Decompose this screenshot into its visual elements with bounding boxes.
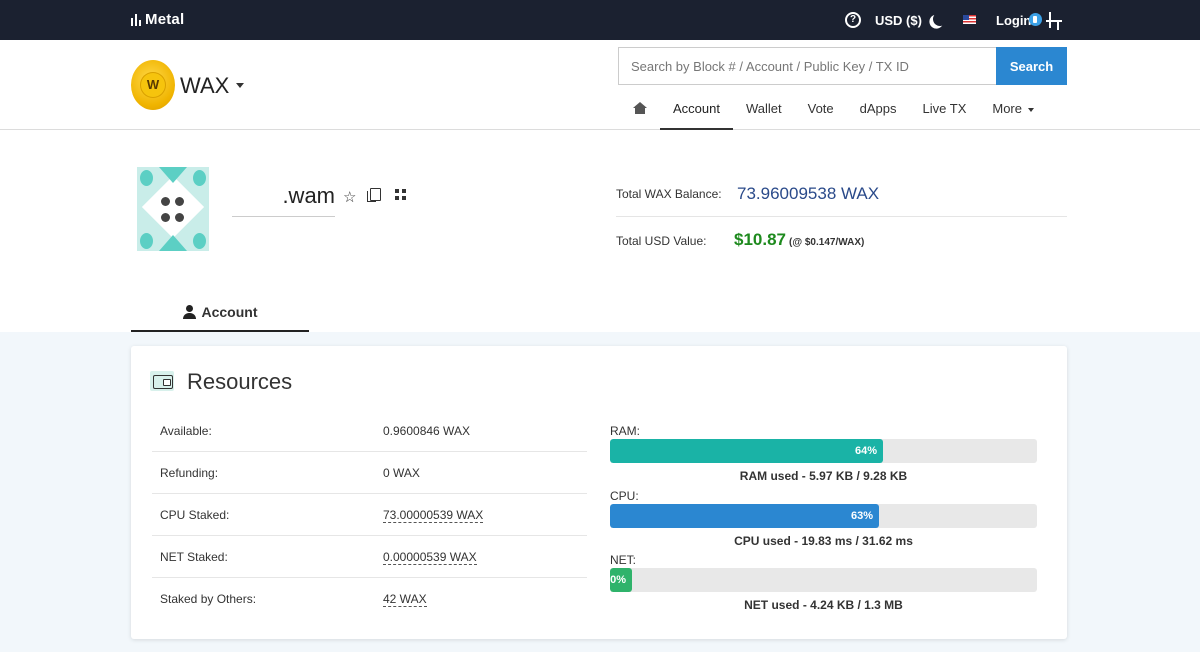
nav-more[interactable]: More — [979, 94, 1047, 130]
resource-label: CPU Staked: — [160, 508, 230, 522]
meter-fill: 63% — [610, 504, 879, 528]
avatar-tri — [159, 235, 187, 251]
resource-row-net-staked: NET Staked: 0.00000539 WAX — [152, 536, 587, 578]
header: W WAX Search Account Wallet Vote dApps L… — [0, 40, 1200, 130]
resource-row-refunding: Refunding: 0 WAX — [152, 452, 587, 494]
tab-account[interactable]: Account — [131, 296, 309, 332]
top-bar: Metal ? USD ($) Login — [0, 0, 1200, 40]
wax-logo-icon[interactable]: W — [131, 60, 175, 110]
avatar-drop — [193, 170, 206, 186]
main-nav: Account Wallet Vote dApps Live TX More — [620, 94, 1047, 130]
avatar-drop — [140, 233, 153, 249]
total-usd-value: $10.87 (@ $0.147/WAX) — [734, 230, 864, 250]
copy-icon[interactable] — [367, 188, 381, 202]
chevron-down-icon[interactable] — [236, 83, 244, 88]
meter-track: 0% — [610, 568, 1037, 592]
resource-value-link[interactable]: 73.00000539 WAX — [383, 508, 484, 523]
meter-label: CPU: — [610, 489, 639, 503]
resources-title: Resources — [187, 369, 293, 394]
avatar-dot — [175, 213, 184, 222]
account-avatar — [137, 167, 209, 251]
resource-row-available: Available: 0.9600846 WAX — [152, 410, 587, 452]
meter-track: 64% — [610, 439, 1037, 463]
total-balance-label: Total WAX Balance: — [616, 187, 722, 201]
avatar-dot — [175, 197, 184, 206]
avatar-dot — [161, 213, 170, 222]
account-profile: .wam ☆ Total WAX Balance: 73.96009538 WA… — [0, 130, 1200, 332]
nav-account[interactable]: Account — [660, 94, 733, 130]
total-usd-label: Total USD Value: — [616, 234, 707, 248]
currency-selector[interactable]: USD ($) — [875, 13, 922, 28]
meter-used-text: CPU used - 19.83 ms / 31.62 ms — [734, 534, 913, 548]
wax-logo-letter: W — [146, 77, 160, 92]
resource-value-link[interactable]: 0.00000539 WAX — [383, 550, 477, 565]
meter-used-text: NET used - 4.24 KB / 1.3 MB — [744, 598, 903, 612]
resources-card: Resources Available: 0.9600846 WAX Refun… — [131, 346, 1067, 639]
avatar-drop — [140, 170, 153, 186]
resource-label: NET Staked: — [160, 550, 228, 564]
nav-live-tx[interactable]: Live TX — [910, 94, 980, 130]
avatar-dot — [161, 197, 170, 206]
resource-value-link[interactable]: 42 WAX — [383, 592, 427, 607]
tab-account-label: Account — [201, 304, 258, 320]
nav-dapps[interactable]: dApps — [847, 94, 910, 130]
meter-used-text: RAM used - 5.97 KB / 9.28 KB — [739, 469, 908, 483]
wallet-badge-icon[interactable] — [1029, 13, 1042, 26]
moon-icon[interactable] — [932, 11, 948, 27]
resource-label: Available: — [160, 424, 212, 438]
search-button[interactable]: Search — [996, 47, 1067, 85]
chevron-down-icon — [1028, 107, 1034, 112]
resource-row-staked-by-others: Staked by Others: 42 WAX — [152, 578, 587, 620]
search-input[interactable] — [618, 47, 996, 85]
meter-fill: 64% — [610, 439, 883, 463]
meter-fill: 0% — [610, 568, 632, 592]
meter-label: NET: — [610, 553, 637, 567]
metal-bars-icon — [131, 13, 141, 26]
divider — [616, 216, 1067, 217]
usd-amount: $10.87 — [734, 230, 786, 249]
meter-label: RAM: — [610, 424, 640, 438]
meter-track: 63% — [610, 504, 1037, 528]
login-button[interactable]: Login — [996, 13, 1031, 28]
resource-value: 0.9600846 WAX — [383, 424, 470, 438]
nav-vote[interactable]: Vote — [795, 94, 847, 130]
resource-row-cpu-staked: CPU Staked: 73.00000539 WAX — [152, 494, 587, 536]
resource-value: 0 WAX — [383, 466, 420, 480]
usd-rate: (@ $0.147/WAX) — [789, 237, 865, 248]
total-balance-value: 73.96009538 WAX — [737, 184, 880, 203]
anchor-icon[interactable] — [1046, 12, 1062, 30]
account-name: .wam — [232, 182, 335, 217]
nav-home[interactable] — [620, 94, 660, 130]
user-icon — [182, 305, 196, 319]
brand-name: Metal — [145, 11, 185, 28]
us-flag-icon[interactable] — [963, 15, 976, 24]
home-icon — [633, 102, 647, 114]
resource-label: Refunding: — [160, 466, 219, 480]
wallet-icon — [150, 371, 174, 391]
help-icon[interactable]: ? — [845, 12, 861, 28]
resource-label: Staked by Others: — [160, 592, 257, 606]
chain-selector[interactable]: WAX — [180, 73, 229, 99]
nav-wallet[interactable]: Wallet — [733, 94, 795, 130]
qr-code-icon[interactable] — [395, 189, 406, 200]
avatar-drop — [193, 233, 206, 249]
star-icon[interactable]: ☆ — [343, 188, 356, 206]
nav-more-label: More — [992, 101, 1022, 116]
avatar-tri — [159, 167, 187, 183]
brand-logo[interactable]: Metal — [131, 11, 184, 28]
